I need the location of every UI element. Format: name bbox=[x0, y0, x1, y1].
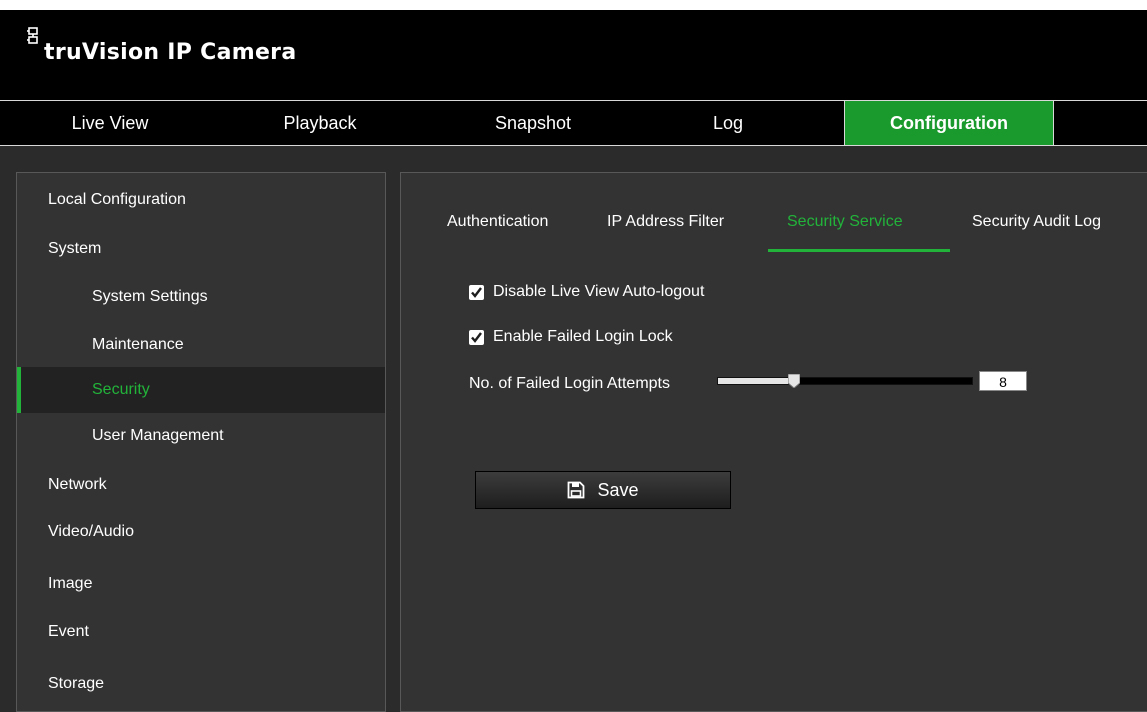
save-button[interactable]: Save bbox=[475, 471, 731, 509]
save-button-label: Save bbox=[597, 479, 639, 500]
sidebar-item-image[interactable]: Image bbox=[17, 561, 385, 607]
sidebar-item-event[interactable]: Event bbox=[17, 609, 385, 655]
sidebar-item-user-management[interactable]: User Management bbox=[17, 413, 385, 459]
tab-authentication[interactable]: Authentication bbox=[447, 213, 548, 231]
failed-attempts-slider[interactable] bbox=[717, 373, 973, 389]
app-title: truVision IP Camera bbox=[44, 40, 297, 65]
failed-attempts-input[interactable]: 8 bbox=[979, 371, 1027, 391]
tab-log[interactable]: Log bbox=[678, 101, 778, 145]
content-panel: Authentication IP Address Filter Securit… bbox=[400, 172, 1147, 712]
option-disable-auto-logout: Disable Live View Auto-logout bbox=[469, 283, 704, 301]
sidebar: Local Configuration System System Settin… bbox=[16, 172, 386, 712]
main-nav: Live View Playback Snapshot Log Configur… bbox=[0, 100, 1147, 146]
tab-ip-address-filter[interactable]: IP Address Filter bbox=[607, 213, 724, 231]
slider-handle[interactable] bbox=[787, 373, 801, 389]
tab-security-service[interactable]: Security Service bbox=[787, 213, 903, 231]
sidebar-item-network[interactable]: Network bbox=[17, 462, 385, 508]
tab-playback[interactable]: Playback bbox=[265, 101, 375, 145]
sidebar-item-security[interactable]: Security bbox=[17, 367, 385, 413]
disable-auto-logout-checkbox[interactable] bbox=[469, 284, 484, 300]
tab-security-audit-log[interactable]: Security Audit Log bbox=[972, 213, 1101, 231]
app-header: truVision IP Camera bbox=[0, 10, 1147, 100]
disable-auto-logout-label: Disable Live View Auto-logout bbox=[493, 283, 705, 300]
top-strip bbox=[0, 0, 1147, 10]
failed-login-lock-label: Enable Failed Login Lock bbox=[493, 328, 673, 345]
sidebar-item-system[interactable]: System bbox=[17, 226, 385, 272]
failed-login-lock-checkbox[interactable] bbox=[469, 329, 484, 345]
option-failed-login-lock: Enable Failed Login Lock bbox=[469, 328, 673, 346]
sidebar-item-maintenance[interactable]: Maintenance bbox=[17, 322, 385, 368]
tab-live-view[interactable]: Live View bbox=[55, 101, 165, 145]
failed-attempts-label: No. of Failed Login Attempts bbox=[469, 375, 670, 392]
tab-snapshot[interactable]: Snapshot bbox=[478, 101, 588, 145]
sidebar-item-storage[interactable]: Storage bbox=[17, 661, 385, 707]
floppy-disk-icon bbox=[567, 481, 585, 499]
active-tab-underline bbox=[768, 249, 950, 252]
network-icon bbox=[26, 26, 46, 46]
tab-configuration[interactable]: Configuration bbox=[844, 101, 1054, 145]
sidebar-item-local-configuration[interactable]: Local Configuration bbox=[17, 177, 385, 223]
sidebar-item-video-audio[interactable]: Video/Audio bbox=[17, 509, 385, 555]
sidebar-item-system-settings[interactable]: System Settings bbox=[17, 274, 385, 320]
slider-fill bbox=[718, 378, 794, 384]
